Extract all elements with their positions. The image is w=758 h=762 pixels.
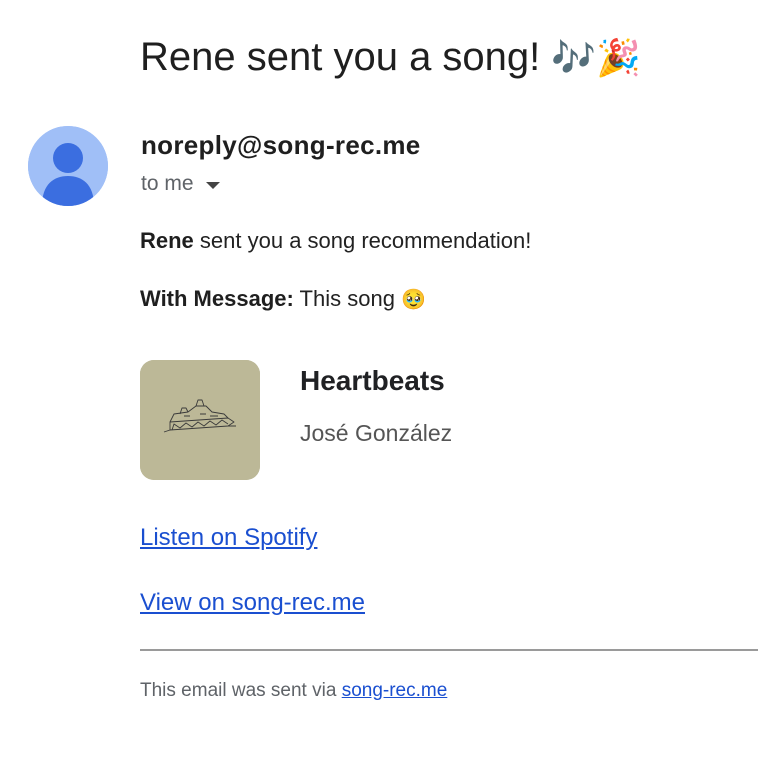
sender-address[interactable]: noreply@song-rec.me: [141, 130, 421, 161]
subject-emoji: 🎶🎉: [551, 38, 642, 79]
email-subject: Rene sent you a song! 🎶🎉: [140, 30, 641, 86]
person-icon: [28, 126, 108, 206]
sender-avatar[interactable]: [28, 126, 108, 206]
footer-site-link[interactable]: song-rec.me: [342, 680, 448, 701]
pleading-face-emoji: 🥹: [401, 287, 426, 311]
message-label: With Message:: [140, 286, 294, 311]
sender-name: Rene: [140, 228, 194, 253]
message-line: With Message: This song 🥹: [140, 286, 426, 312]
album-art-ship-icon: [140, 360, 260, 480]
subject-text: Rene sent you a song!: [140, 35, 541, 79]
track-artist: José González: [300, 420, 453, 446]
footer-text: This email was sent via: [140, 680, 342, 701]
view-on-site-link[interactable]: View on song-rec.me: [140, 589, 365, 617]
recipient-details-toggle[interactable]: to me: [141, 172, 220, 196]
album-cover: [140, 360, 260, 480]
divider: [140, 649, 758, 651]
recipient-label: to me: [141, 172, 194, 195]
track-title: Heartbeats: [300, 365, 445, 396]
email-view: Rene sent you a song! 🎶🎉 noreply@song-re…: [0, 0, 758, 762]
message-text: This song: [293, 286, 402, 311]
intro-text: sent you a song recommendation!: [193, 228, 532, 253]
caret-down-icon[interactable]: [205, 181, 220, 189]
listen-on-spotify-link[interactable]: Listen on Spotify: [140, 524, 317, 552]
intro-line: Rene sent you a song recommendation!: [140, 228, 531, 254]
email-footer: This email was sent via song-rec.me: [140, 680, 447, 702]
